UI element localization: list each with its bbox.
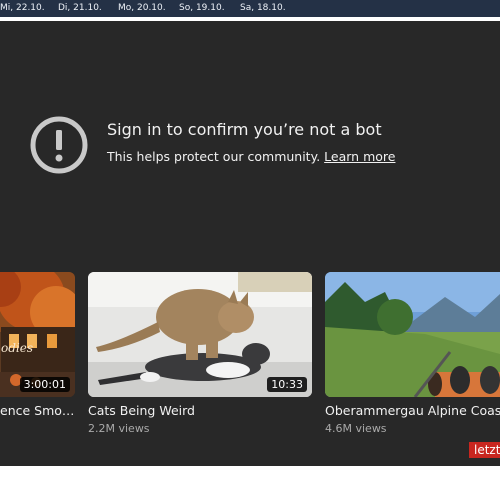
video-title[interactable]: ence Smo… (0, 403, 74, 418)
alert-circle-icon (30, 116, 88, 174)
bot-check-subtitle: This helps protect our community. Learn … (107, 149, 395, 164)
learn-more-link[interactable]: Learn more (324, 149, 395, 164)
date-tab[interactable]: Mi, 22.10. (0, 3, 45, 13)
svg-text:odies: odies (1, 341, 33, 355)
duration-badge: 10:33 (267, 377, 307, 392)
video-card[interactable]: odies 3:00:01 ence Smo… (0, 272, 75, 418)
video-thumbnail[interactable]: 10:33 (88, 272, 312, 397)
date-tab[interactable]: Sa, 18.10. (240, 3, 286, 13)
bot-check-title: Sign in to confirm you’re not a bot (107, 120, 382, 139)
video-card[interactable]: Oberammergau Alpine Coaster 4 4.6M views (325, 272, 500, 435)
date-bar: Mi, 22.10. Di, 21.10. Mo, 20.10. So, 19.… (0, 0, 500, 18)
video-thumbnail[interactable] (325, 272, 500, 397)
date-tab[interactable]: So, 19.10. (179, 3, 225, 13)
video-title[interactable]: Cats Being Weird (88, 403, 195, 418)
date-tab[interactable]: Mo, 20.10. (118, 3, 166, 13)
page-background (0, 466, 500, 500)
video-thumbnail[interactable]: odies 3:00:01 (0, 272, 75, 397)
next-badge[interactable]: letzt (469, 442, 500, 458)
alpine-coaster-thumbnail (325, 272, 500, 397)
video-card[interactable]: 10:33 Cats Being Weird 2.2M views (88, 272, 312, 435)
date-tab[interactable]: Di, 21.10. (58, 3, 102, 13)
duration-badge: 3:00:01 (19, 377, 70, 392)
bot-check-text: This helps protect our community. (107, 149, 321, 164)
view-count: 4.6M views (325, 422, 387, 435)
view-count: 2.2M views (88, 422, 150, 435)
video-title[interactable]: Oberammergau Alpine Coaster 4 (325, 403, 500, 418)
video-player[interactable]: Sign in to confirm you’re not a bot This… (0, 21, 500, 466)
